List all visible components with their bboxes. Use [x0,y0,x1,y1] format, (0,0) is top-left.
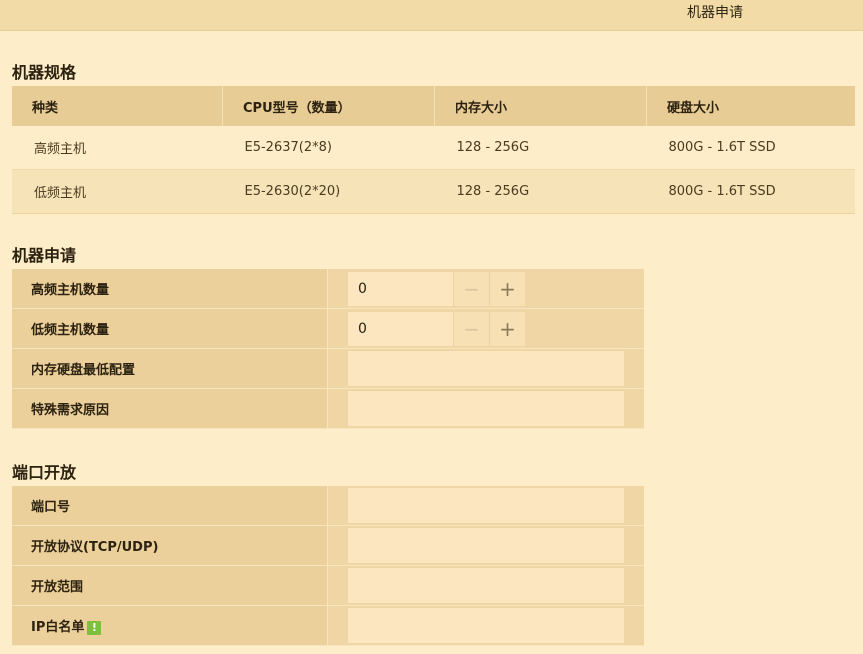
high-freq-count-label: 高频主机数量 [12,269,328,309]
high-freq-count-input[interactable] [348,271,453,306]
field-cell [327,388,644,429]
spec-table-header: 种类 CPU型号（数量） 内存大小 硬盘大小 [12,86,855,126]
high-freq-stepper: − + [348,271,644,306]
protocol-input[interactable] [348,528,624,563]
table-cell: 800G - 1.6T SSD [646,169,855,214]
table-cell: 128 - 256G [434,126,647,170]
ip-whitelist-input[interactable] [348,608,624,643]
table-cell: 低频主机 [12,169,223,214]
min-config-label: 内存硬盘最低配置 [12,348,328,389]
table-cell: E5-2630(2*20) [222,169,435,214]
table-cell: 高频主机 [12,126,223,170]
form-row: 内存硬盘最低配置 [12,348,644,389]
table-row: 高频主机 E5-2637(2*8) 128 - 256G 800G - 1.6T… [12,126,855,170]
column-header: 种类 [12,86,223,126]
field-cell [327,525,644,566]
form-row: 开放范围 [12,565,644,606]
protocol-label: 开放协议(TCP/UDP) [12,525,328,566]
table-cell: 800G - 1.6T SSD [646,126,855,170]
ip-whitelist-label-cell: IP白名单! [12,605,328,646]
field-cell: − + [327,308,644,349]
form-row: 端口号 [12,486,644,526]
plus-icon[interactable]: + [489,271,525,306]
ports-form: 端口号 开放协议(TCP/UDP) 开放范围 IP白名单! [12,486,644,646]
open-range-label: 开放范围 [12,565,328,606]
table-cell: 128 - 256G [434,169,647,214]
form-row: 开放协议(TCP/UDP) [12,525,644,566]
plus-icon[interactable]: + [489,311,525,346]
ports-section-title: 端口开放 [12,463,77,482]
port-number-label: 端口号 [12,486,328,526]
field-cell [327,605,644,646]
low-freq-stepper: − + [348,311,644,346]
port-number-input[interactable] [348,488,624,523]
special-reason-input[interactable] [348,391,624,426]
minus-icon[interactable]: − [453,311,489,346]
min-config-input[interactable] [348,351,624,386]
column-header: 内存大小 [434,86,647,126]
top-bar: 机器申请 [0,0,863,31]
tab-machine-apply[interactable]: 机器申请 [670,2,760,22]
apply-section-title: 机器申请 [12,246,77,265]
column-header: 硬盘大小 [646,86,855,126]
field-cell [327,348,644,389]
apply-form: 高频主机数量 − + 低频主机数量 − + 内存硬盘最低配置 特殊需求原因 [12,269,644,429]
ip-whitelist-label: IP白名单 [31,620,85,635]
minus-icon[interactable]: − [453,271,489,306]
special-reason-label: 特殊需求原因 [12,388,328,429]
table-row: 低频主机 E5-2630(2*20) 128 - 256G 800G - 1.6… [12,169,855,214]
info-warning-icon[interactable]: ! [87,620,102,635]
low-freq-count-label: 低频主机数量 [12,308,328,349]
open-range-input[interactable] [348,568,624,603]
field-cell [327,486,644,526]
column-header: CPU型号（数量） [222,86,435,126]
spec-section-title: 机器规格 [12,63,77,82]
table-cell: E5-2637(2*8) [222,126,435,170]
form-row: IP白名单! [12,605,644,646]
form-row: 低频主机数量 − + [12,308,644,349]
spec-table: 种类 CPU型号（数量） 内存大小 硬盘大小 高频主机 E5-2637(2*8)… [12,86,855,214]
form-row: 特殊需求原因 [12,388,644,429]
form-row: 高频主机数量 − + [12,269,644,309]
low-freq-count-input[interactable] [348,311,453,346]
field-cell [327,565,644,606]
field-cell: − + [327,269,644,309]
